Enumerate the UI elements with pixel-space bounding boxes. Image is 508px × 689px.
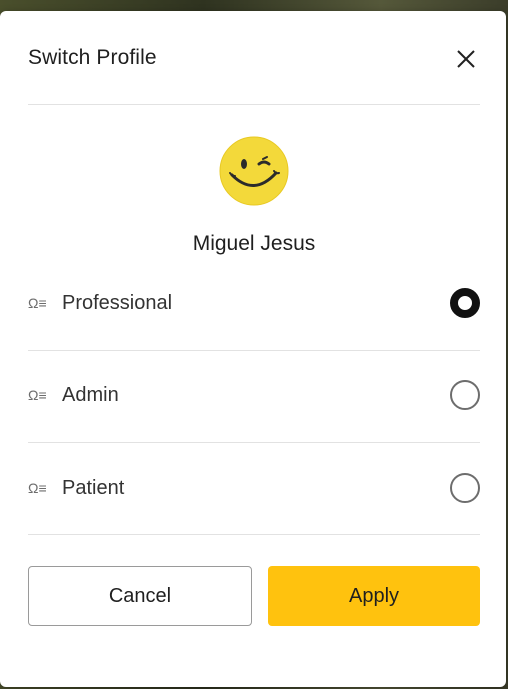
option-divider: [28, 534, 480, 535]
apply-button[interactable]: Apply: [268, 566, 480, 626]
dialog-title: Switch Profile: [28, 46, 157, 69]
header-divider: [28, 104, 480, 105]
radio-patient[interactable]: [450, 473, 480, 503]
radio-admin[interactable]: [450, 380, 480, 410]
profile-label: Professional: [62, 292, 173, 314]
option-divider: [28, 442, 480, 443]
close-icon[interactable]: [453, 46, 479, 72]
winking-smiley-icon: [218, 135, 290, 207]
role-icon: Ω≡: [28, 480, 47, 496]
option-divider: [28, 350, 480, 351]
radio-professional[interactable]: [450, 288, 480, 318]
profile-option-patient[interactable]: Ω≡ Patient: [28, 465, 480, 513]
profile-label: Patient: [62, 477, 125, 499]
profile-option-professional[interactable]: Ω≡ Professional: [28, 280, 480, 328]
switch-profile-dialog: Switch Profile Miguel Jesus Ω≡ Professio…: [0, 11, 506, 687]
cancel-button[interactable]: Cancel: [28, 566, 252, 626]
role-icon: Ω≡: [28, 295, 47, 311]
profile-label: Admin: [62, 384, 119, 406]
user-name: Miguel Jesus: [192, 232, 316, 255]
role-icon: Ω≡: [28, 387, 47, 403]
profile-option-admin[interactable]: Ω≡ Admin: [28, 372, 480, 420]
